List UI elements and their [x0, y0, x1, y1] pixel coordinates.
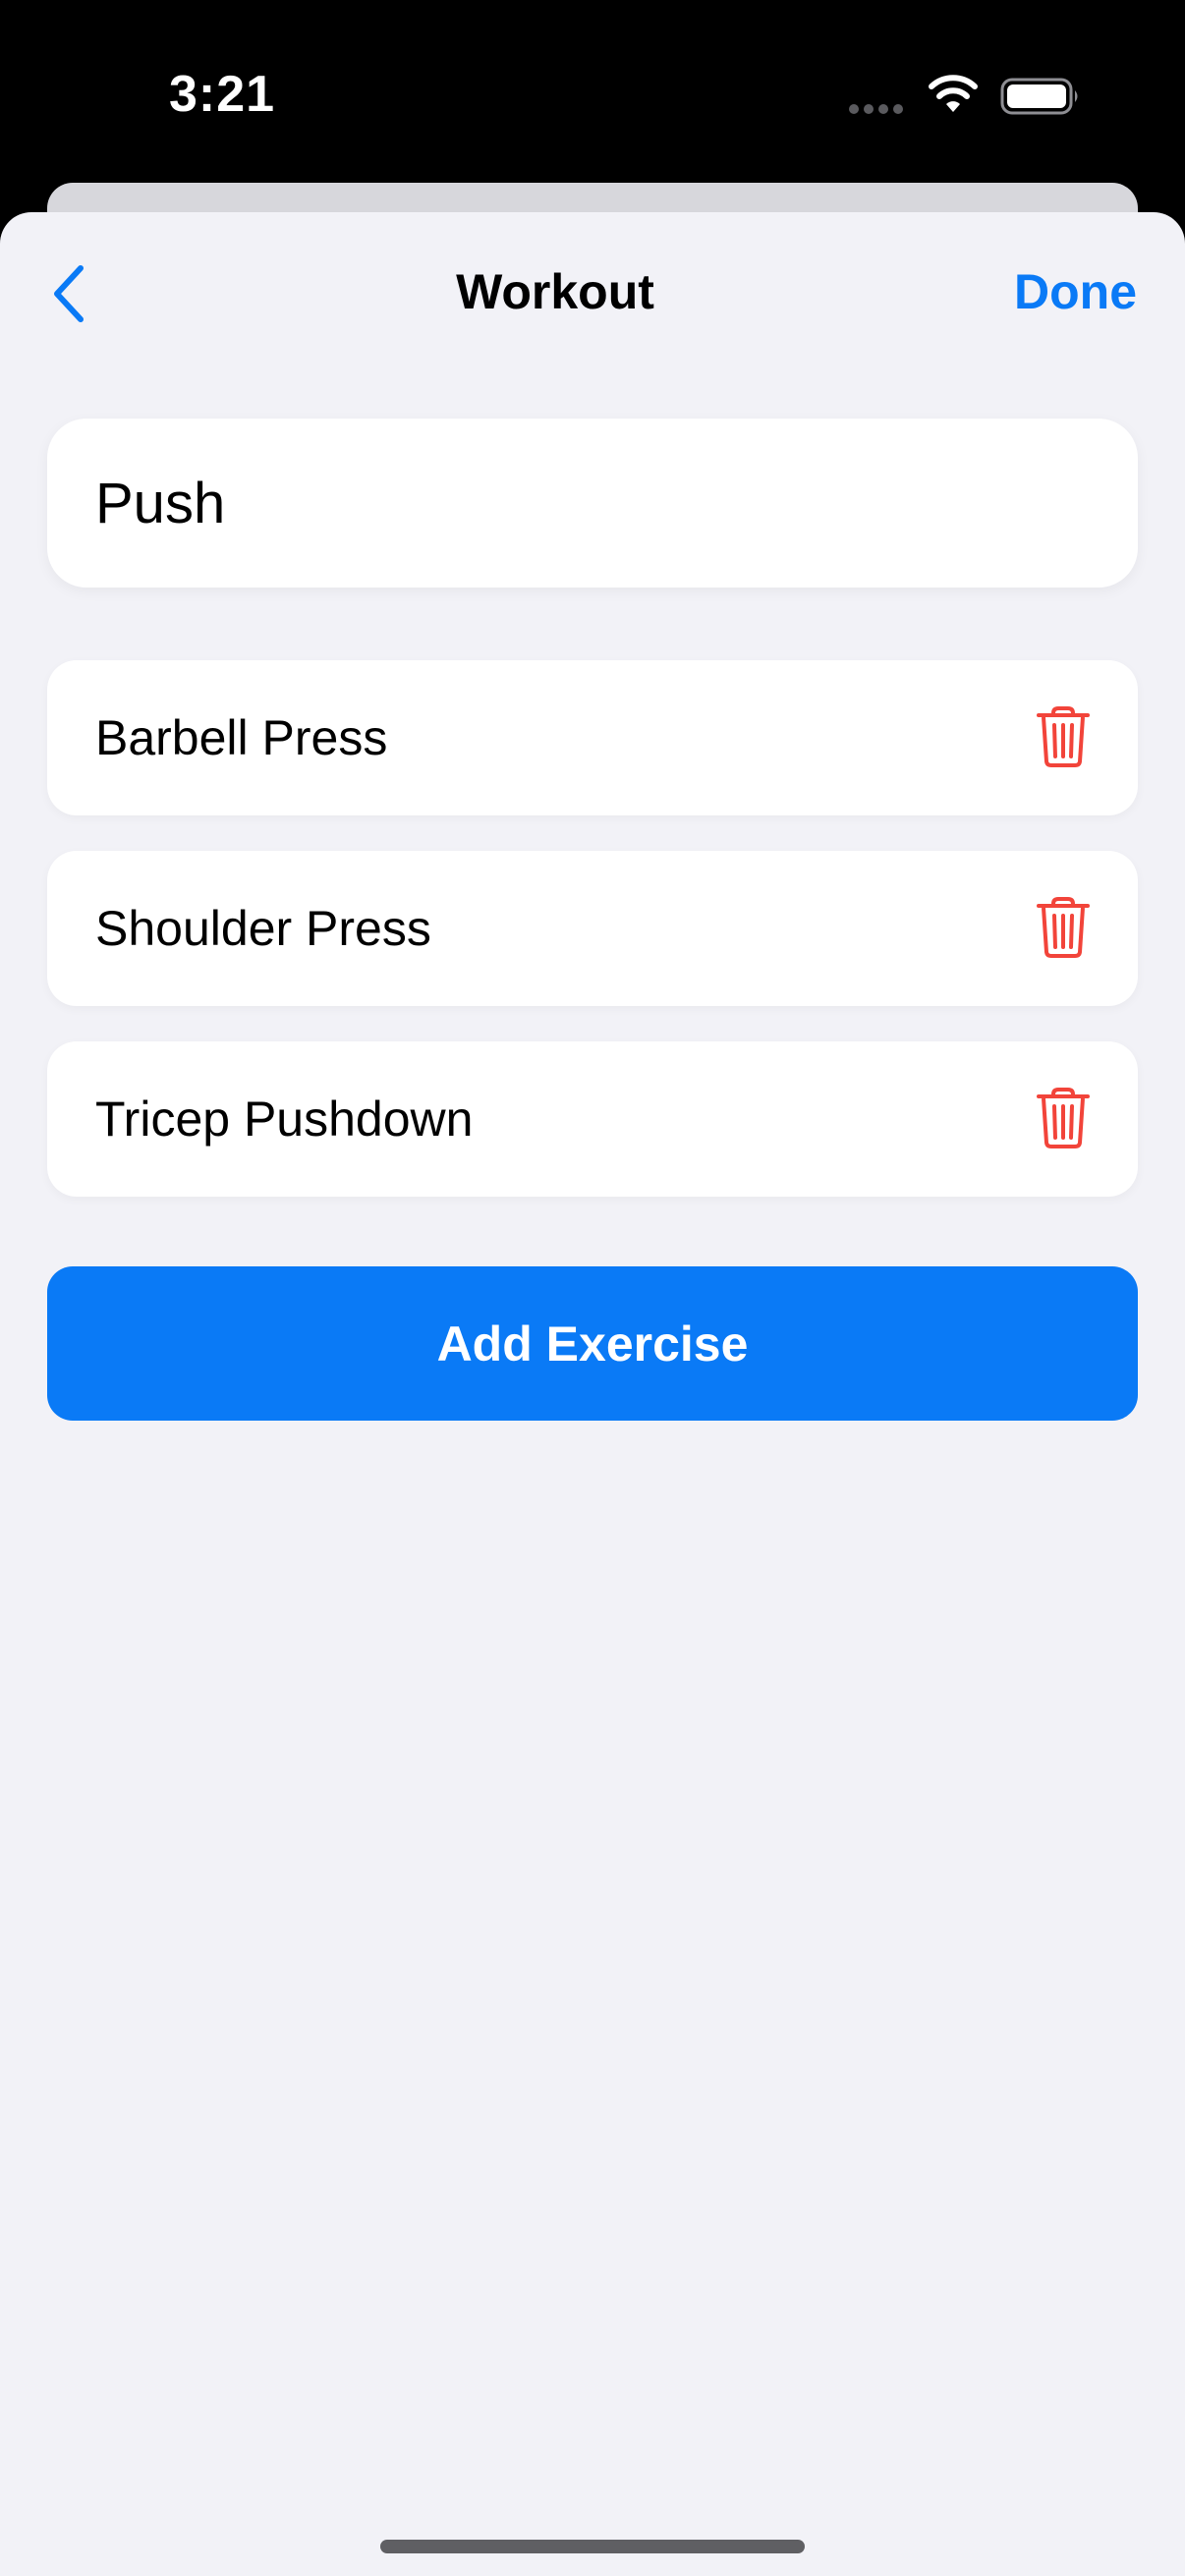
- add-exercise-button[interactable]: Add Exercise: [47, 1266, 1138, 1421]
- wifi-icon: [929, 75, 978, 112]
- status-time: 3:21: [169, 66, 276, 123]
- home-indicator[interactable]: [380, 2540, 805, 2553]
- exercise-row[interactable]: Shoulder Press: [47, 851, 1138, 1006]
- done-button[interactable]: Done: [1014, 263, 1137, 320]
- page-title: Workout: [456, 264, 654, 319]
- exercise-name: Tricep Pushdown: [95, 1092, 474, 1147]
- status-bar: 3:21: [0, 0, 1185, 187]
- trash-icon[interactable]: [1036, 1087, 1091, 1149]
- workout-name-field[interactable]: Push: [47, 419, 1138, 588]
- trash-icon[interactable]: [1036, 896, 1091, 959]
- exercise-row[interactable]: Tricep Pushdown: [47, 1041, 1138, 1197]
- battery-icon: [1000, 78, 1078, 115]
- exercise-name: Shoulder Press: [95, 901, 431, 956]
- exercise-row[interactable]: Barbell Press: [47, 660, 1138, 815]
- cellular-signal-icon: [849, 104, 903, 114]
- trash-icon[interactable]: [1036, 705, 1091, 768]
- exercise-name: Barbell Press: [95, 710, 388, 765]
